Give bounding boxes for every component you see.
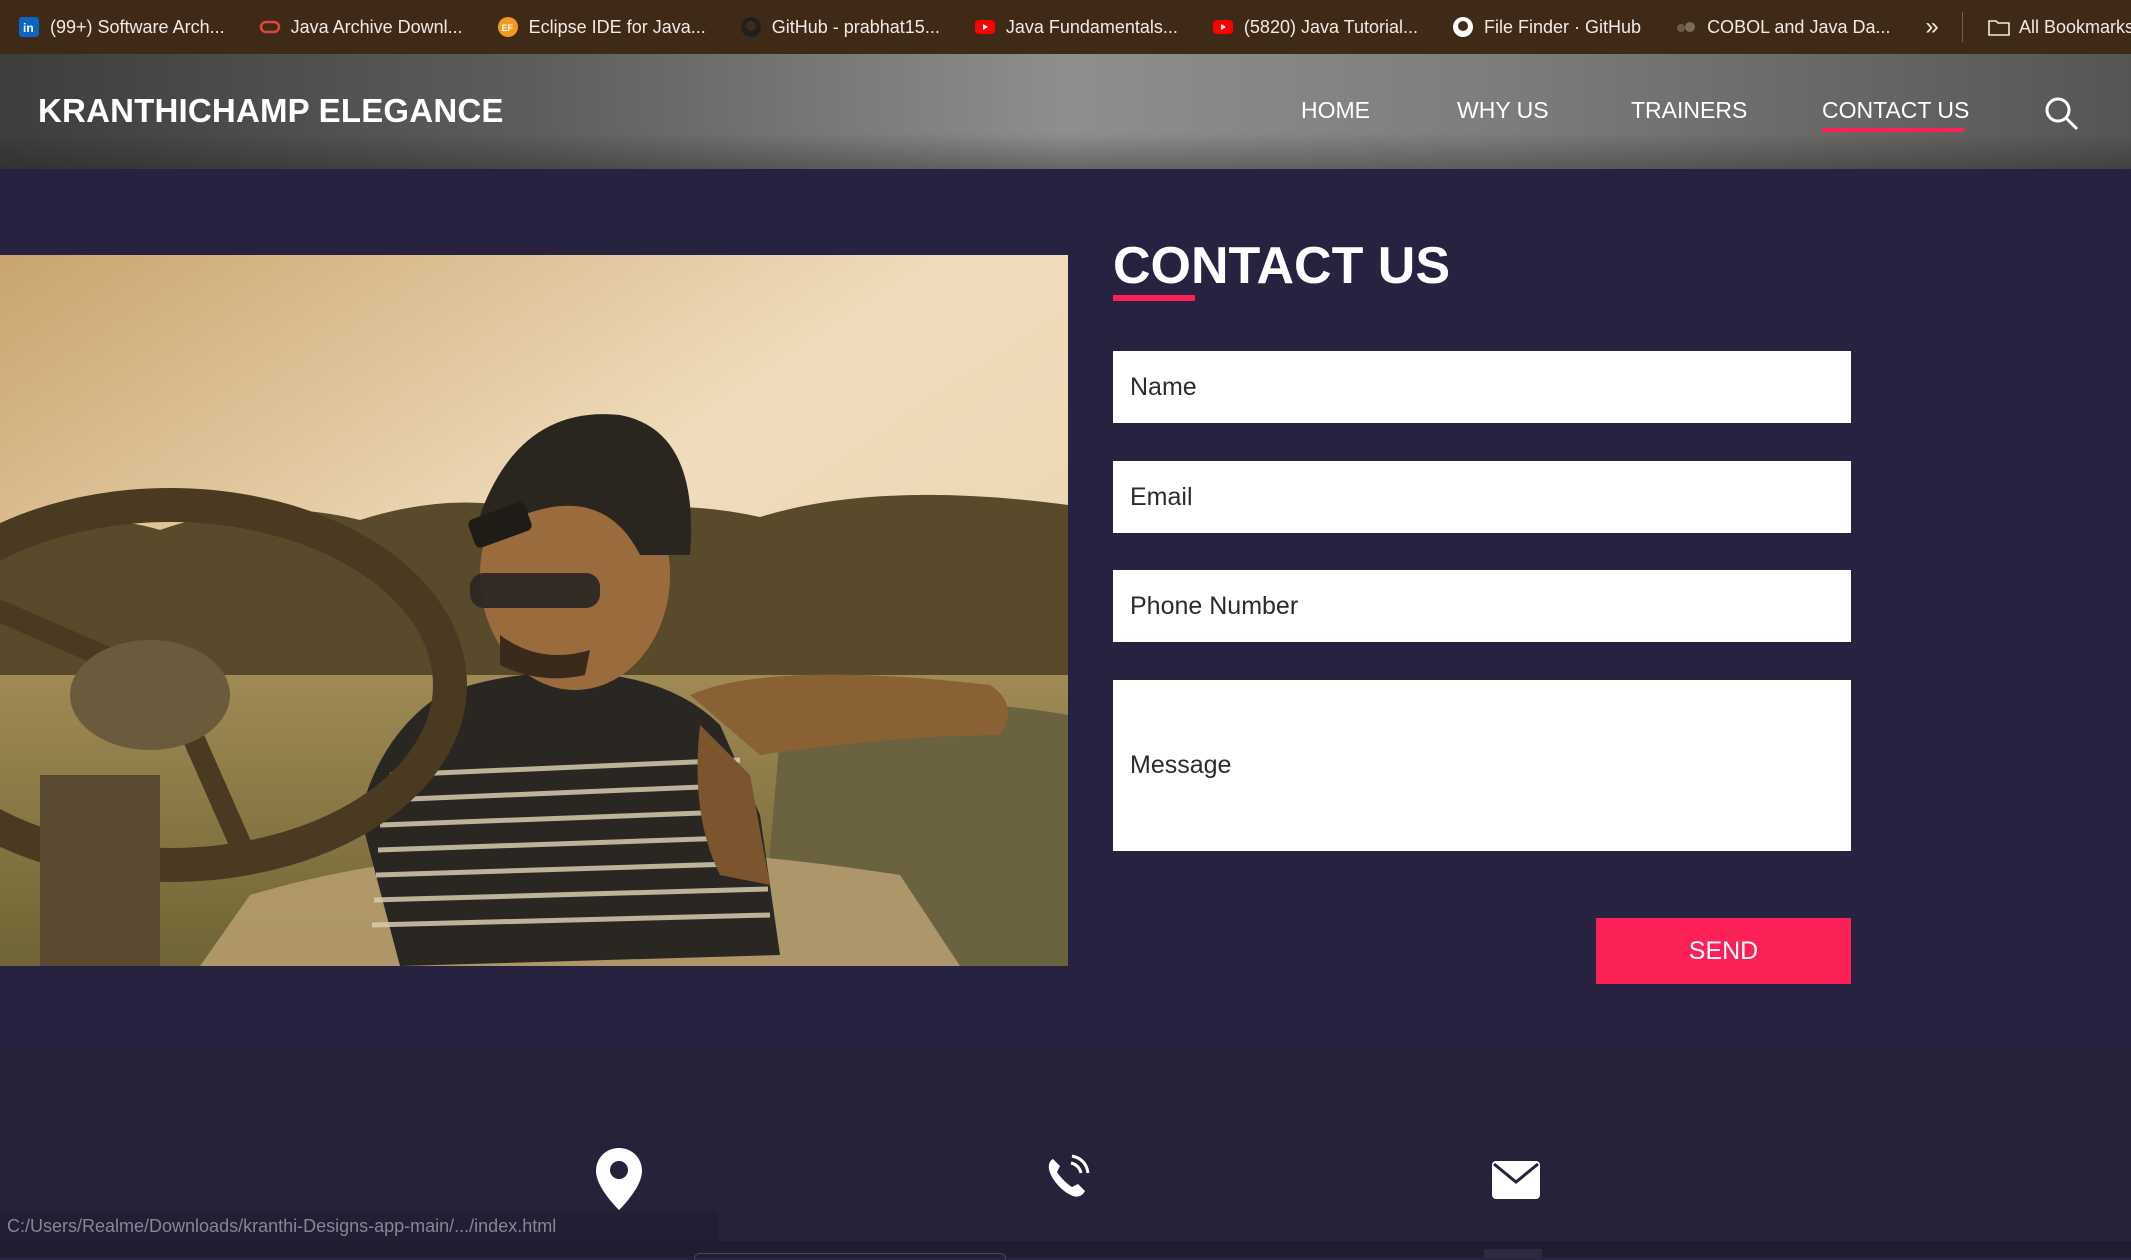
bottom-widget	[1484, 1249, 1542, 1259]
bookmark-item[interactable]: Java Archive Downl...	[259, 16, 463, 38]
oracle-icon	[259, 16, 281, 38]
bookmark-item[interactable]: Java Fundamentals...	[974, 16, 1178, 38]
phone-icon	[1045, 1153, 1091, 1204]
github-icon	[1452, 16, 1474, 38]
bookmark-label: GitHub - prabhat15...	[771, 16, 940, 37]
bookmarks-overflow-button[interactable]: »	[1917, 10, 1947, 44]
search-icon[interactable]	[2043, 95, 2079, 131]
all-bookmarks-label: All Bookmarks	[2019, 16, 2131, 37]
youtube-icon	[1212, 16, 1234, 38]
site-icon	[1675, 16, 1697, 38]
status-bar-url: C:/Users/Realme/Downloads/kranthi-Design…	[0, 1211, 718, 1241]
youtube-icon	[974, 16, 996, 38]
bookmark-label: Java Archive Downl...	[290, 16, 463, 37]
bookmark-label: (99+) Software Arch...	[50, 16, 225, 37]
svg-text:EF: EF	[501, 23, 513, 33]
all-bookmarks-button[interactable]: All Bookmarks	[1988, 0, 2131, 54]
bookmarks-divider	[1962, 12, 1963, 42]
email-field[interactable]	[1113, 461, 1851, 533]
bookmark-label: File Finder · GitHub	[1484, 16, 1642, 37]
bookmark-item[interactable]: File Finder · GitHub	[1452, 16, 1641, 38]
nav-trainers[interactable]: TRAINERS	[1631, 97, 1747, 124]
send-button[interactable]: SEND	[1596, 918, 1851, 984]
bookmark-item[interactable]: COBOL and Java Da...	[1675, 16, 1890, 38]
nav-contact-us[interactable]: CONTACT US	[1822, 97, 1969, 124]
bookmark-item[interactable]: EF Eclipse IDE for Java...	[497, 16, 706, 38]
nav-home[interactable]: HOME	[1301, 97, 1370, 124]
bottom-strip	[0, 1241, 2131, 1260]
name-field[interactable]	[1113, 351, 1851, 423]
message-field[interactable]	[1113, 680, 1851, 851]
bookmark-item[interactable]: in (99+) Software Arch...	[18, 16, 225, 38]
contact-title: CONTACT US	[1113, 237, 1451, 295]
title-underline	[1113, 295, 1195, 301]
linkedin-icon: in	[18, 16, 40, 38]
eclipse-icon: EF	[497, 16, 519, 38]
bookmarks-bar: in (99+) Software Arch... Java Archive D…	[0, 0, 2131, 54]
location-pin-icon	[596, 1148, 642, 1215]
github-icon	[740, 16, 762, 38]
contact-photo	[0, 255, 1068, 966]
bookmark-item[interactable]: GitHub - prabhat15...	[740, 16, 940, 38]
nav-why-us[interactable]: WHY US	[1457, 97, 1549, 124]
bookmark-label: (5820) Java Tutorial...	[1243, 16, 1419, 37]
svg-text:in: in	[23, 21, 34, 35]
folder-icon	[1988, 18, 2010, 36]
bookmark-label: COBOL and Java Da...	[1707, 16, 1891, 37]
site-header: KRANTHICHAMP ELEGANCE HOME WHY US TRAINE…	[0, 54, 2131, 169]
envelope-icon	[1492, 1161, 1540, 1204]
bookmark-label: Eclipse IDE for Java...	[528, 16, 706, 37]
active-nav-indicator	[1822, 128, 1964, 132]
bookmark-label: Java Fundamentals...	[1005, 16, 1178, 37]
bookmark-item[interactable]: (5820) Java Tutorial...	[1212, 16, 1418, 38]
phone-field[interactable]	[1113, 570, 1851, 642]
site-logo[interactable]: KRANTHICHAMP ELEGANCE	[38, 92, 504, 130]
